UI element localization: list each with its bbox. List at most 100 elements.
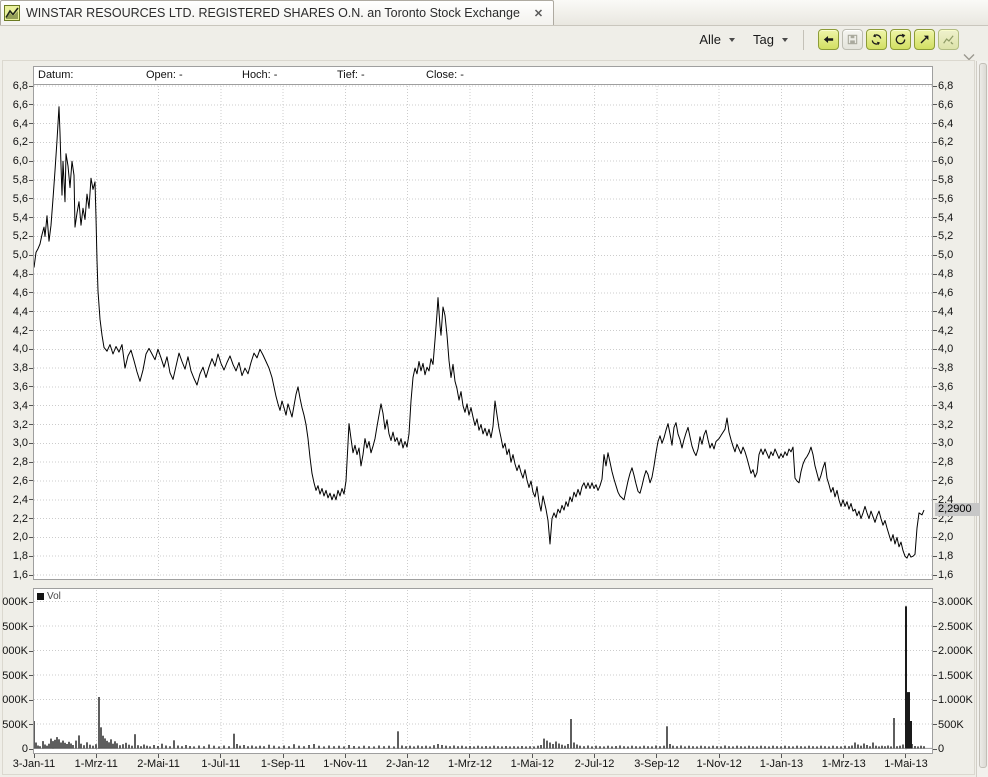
x-axis-label: 1-Sep-11 [261,758,305,770]
axis-tick [345,754,346,758]
axis-tick [29,700,33,701]
volume-axis-label-right: 3.000K [938,596,973,608]
app-window: WINSTAR RESOURCES LTD. REGISTERED SHARES… [0,0,988,777]
axis-tick [29,274,33,275]
reload-circle-icon [894,33,907,46]
price-axis-label-right: 5,2 [938,230,953,242]
volume-axis-label-right: 0 [938,743,944,755]
price-axis-label-left: 1,8 [0,550,28,562]
price-axis-label-left: 3,2 [0,419,28,431]
price-axis-label-right: 3,2 [938,419,953,431]
price-axis-label-left: 5,6 [0,193,28,205]
price-axis-label-left: 5,0 [0,249,28,261]
floppy-disk-icon [846,33,859,46]
info-field-tief: Tief: - [337,69,365,81]
axis-tick [29,443,33,444]
axis-tick [933,675,937,676]
legend-label: Vol [47,591,61,602]
volume-axis-label-right: 1.500K [938,670,973,682]
volume-axis-label-left: 500K [0,670,28,682]
price-axis-label-left: 4,4 [0,306,28,318]
price-axis-label-left: 5,2 [0,230,28,242]
volume-pane[interactable] [33,588,933,754]
interval-dropdown[interactable]: Tag [746,29,795,50]
chart-pencil-icon [942,33,955,46]
axis-tick [933,123,937,124]
x-axis-label: 2-Mai-11 [137,758,180,770]
volume-axis-label-left: 500K [0,719,28,731]
volume-chart-svg[interactable] [34,589,932,753]
price-axis-label-right: 5,8 [938,174,953,186]
diagonal-arrow-icon [918,33,931,46]
price-axis-label-left: 3,4 [0,400,28,412]
refresh-button[interactable] [866,29,887,50]
chart-widget: Datum:Open: -Hoch: -Tief: -Close: - Vol … [0,60,988,777]
price-axis-label-left: 4,0 [0,343,28,355]
range-dropdown[interactable]: Alle [692,29,742,50]
reload-button[interactable] [890,29,911,50]
price-axis-label-right: 6,4 [938,118,953,130]
axis-tick [29,198,33,199]
x-axis-label: 2-Jul-12 [575,758,615,770]
x-axis-label: 1-Nov-12 [697,758,742,770]
axis-tick [29,749,33,750]
info-field-hoch: Hoch: - [242,69,277,81]
axis-tick [29,537,33,538]
save-button [842,29,863,50]
axis-tick [29,104,33,105]
price-axis-label-right: 3,4 [938,400,953,412]
axis-tick [933,198,937,199]
toolbar-separator [803,30,804,50]
price-chart-svg[interactable] [34,85,932,579]
axis-tick [933,556,937,557]
price-axis-label-left: 2,4 [0,494,28,506]
price-axis-label-right: 5,6 [938,193,953,205]
price-axis-label-right: 5,0 [938,249,953,261]
interval-dropdown-value: Tag [753,32,774,47]
price-axis-label-right: 4,4 [938,306,953,318]
chart-tab-icon [4,5,20,21]
axis-tick [933,626,937,627]
axis-tick [933,104,937,105]
volume-axis-label-right: 500K [938,719,964,731]
axis-tick [933,217,937,218]
back-button[interactable] [818,29,839,50]
price-axis-label-right: 5,4 [938,212,953,224]
axis-tick [29,499,33,500]
expand-button[interactable] [914,29,935,50]
axis-tick [29,424,33,425]
vertical-scrollbar[interactable] [976,61,988,777]
price-axis-label-right: 3,0 [938,437,953,449]
price-axis-label-right: 6,6 [938,99,953,111]
axis-tick [29,405,33,406]
chevron-down-icon [729,38,735,42]
axis-tick [933,602,937,603]
axis-tick [29,161,33,162]
axis-tick [933,518,937,519]
axis-tick [29,311,33,312]
price-pane[interactable] [33,84,933,580]
price-axis-label-left: 3,8 [0,362,28,374]
tab-close-icon[interactable]: ✕ [534,7,543,20]
axis-tick [933,537,937,538]
axis-tick [29,330,33,331]
price-axis-label-right: 2,8 [938,456,953,468]
axis-tick [29,480,33,481]
axis-tick [29,386,33,387]
price-axis-label-right: 4,2 [938,325,953,337]
axis-tick [933,575,937,576]
tab-winstar[interactable]: WINSTAR RESOURCES LTD. REGISTERED SHARES… [0,0,554,25]
chart-info-bar: Datum:Open: -Hoch: -Tief: -Close: - [33,66,933,85]
x-axis-label: 1-Mai-12 [511,758,554,770]
scrollbar-thumb[interactable] [979,63,987,768]
price-axis-label-right: 6,2 [938,136,953,148]
x-axis-label: 2-Jan-12 [386,758,429,770]
axis-tick [933,424,937,425]
price-axis-label-left: 1,6 [0,569,28,581]
axis-tick [29,651,33,652]
axis-tick [29,180,33,181]
toolbar: Alle Tag [0,27,988,59]
price-axis-label-right: 3,6 [938,381,953,393]
axis-tick [158,754,159,758]
price-axis-label-right: 3,8 [938,362,953,374]
